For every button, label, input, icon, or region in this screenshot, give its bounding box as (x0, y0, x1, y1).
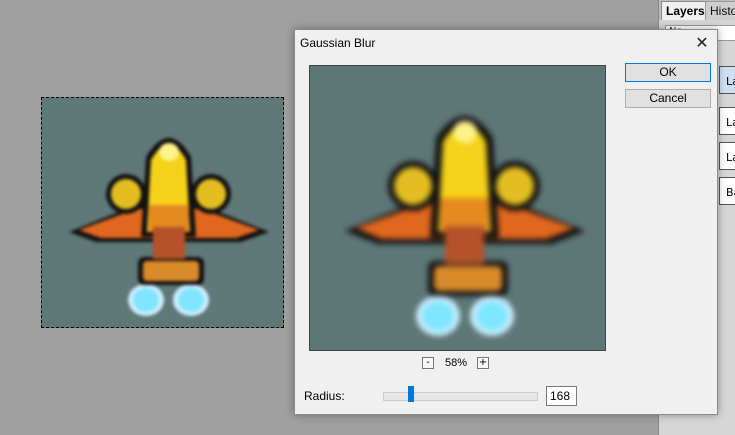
zoom-out-button[interactable]: - (422, 357, 434, 369)
radius-input[interactable] (546, 386, 577, 406)
close-icon[interactable]: ✕ (693, 34, 711, 52)
ok-button[interactable]: OK (625, 63, 711, 82)
zoom-level: 58% (445, 357, 468, 369)
blur-preview[interactable] (309, 65, 606, 351)
tab-layers[interactable]: Layers (661, 1, 710, 20)
panel-tab-bar: Layers Histo (659, 0, 735, 20)
layer-row[interactable]: Ba (719, 177, 735, 205)
radius-slider-thumb[interactable] (408, 386, 415, 402)
layer-row[interactable]: La (719, 66, 735, 94)
radius-slider-track[interactable] (383, 392, 538, 401)
dialog-title: Gaussian Blur (300, 36, 376, 50)
selection-marquee (41, 97, 284, 328)
radius-label: Radius: (304, 389, 345, 403)
cancel-button[interactable]: Cancel (625, 89, 711, 108)
layer-row[interactable]: La (719, 142, 735, 170)
tab-history[interactable]: Histo (705, 1, 735, 20)
zoom-controls: - 58% + (421, 357, 491, 371)
spaceship-preview-icon (345, 116, 585, 336)
zoom-in-button[interactable]: + (477, 357, 489, 369)
gaussian-blur-dialog: Gaussian Blur ✕ - 58% + OK Cancel Radius… (294, 29, 718, 415)
layer-row[interactable]: La (719, 107, 735, 135)
